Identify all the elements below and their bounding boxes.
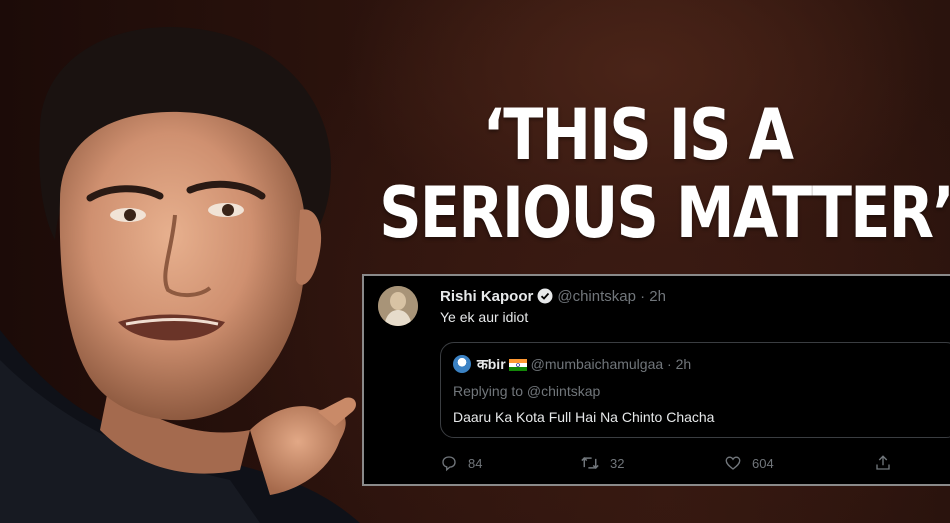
verified-badge-icon — [537, 288, 553, 308]
tweet-actions: 84 32 604 — [440, 454, 940, 476]
reply-count: 84 — [468, 455, 483, 471]
tweet-card[interactable]: Rishi Kapoor @chintskap · 2h Ye ek aur id… — [362, 274, 950, 486]
like-count: 604 — [752, 455, 774, 471]
author-handle[interactable]: @chintskap — [557, 288, 636, 305]
avatar-photo — [378, 286, 418, 326]
reply-icon — [440, 454, 458, 472]
replying-to: Replying to @chintskap — [453, 383, 601, 399]
retweet-button[interactable]: 32 — [580, 454, 624, 472]
heart-icon — [724, 454, 742, 472]
quote-author-name: कbir — [477, 356, 506, 372]
quote-header: कbir @mumbaichamulgaa · 2h — [453, 355, 691, 374]
quote-dot-separator: · — [667, 356, 672, 372]
like-button[interactable]: 604 — [724, 454, 774, 472]
author-name[interactable]: Rishi Kapoor — [440, 288, 533, 305]
tweet-text: Ye ek aur idiot — [440, 309, 529, 325]
author-avatar[interactable] — [378, 286, 418, 326]
quoted-tweet[interactable]: कbir @mumbaichamulgaa · 2h Replying to @c… — [440, 342, 950, 438]
dot-separator: · — [640, 288, 646, 305]
tweet-header: Rishi Kapoor @chintskap · 2h — [440, 288, 666, 308]
share-icon — [874, 454, 892, 472]
headline-line-1: ‘THIS IS A — [482, 94, 794, 176]
quote-text: Daaru Ka Kota Full Hai Na Chinto Chacha — [453, 409, 715, 425]
background: ‘THIS IS A SERIOUS MATTER’ Rishi Kapoor @… — [0, 0, 950, 523]
tweet-time[interactable]: 2h — [649, 288, 666, 305]
share-button[interactable] — [874, 454, 892, 472]
headline-line-2: SERIOUS MATTER’ — [379, 172, 950, 254]
reply-button[interactable]: 84 — [440, 454, 482, 472]
india-flag-icon — [508, 358, 527, 374]
headline: ‘THIS IS A SERIOUS MATTER’ — [379, 94, 950, 254]
quote-time: 2h — [675, 356, 692, 372]
retweet-count: 32 — [610, 455, 625, 471]
retweet-icon — [580, 454, 600, 472]
quote-avatar — [453, 355, 471, 373]
quote-author-handle: @mumbaichamulgaa — [530, 356, 664, 372]
